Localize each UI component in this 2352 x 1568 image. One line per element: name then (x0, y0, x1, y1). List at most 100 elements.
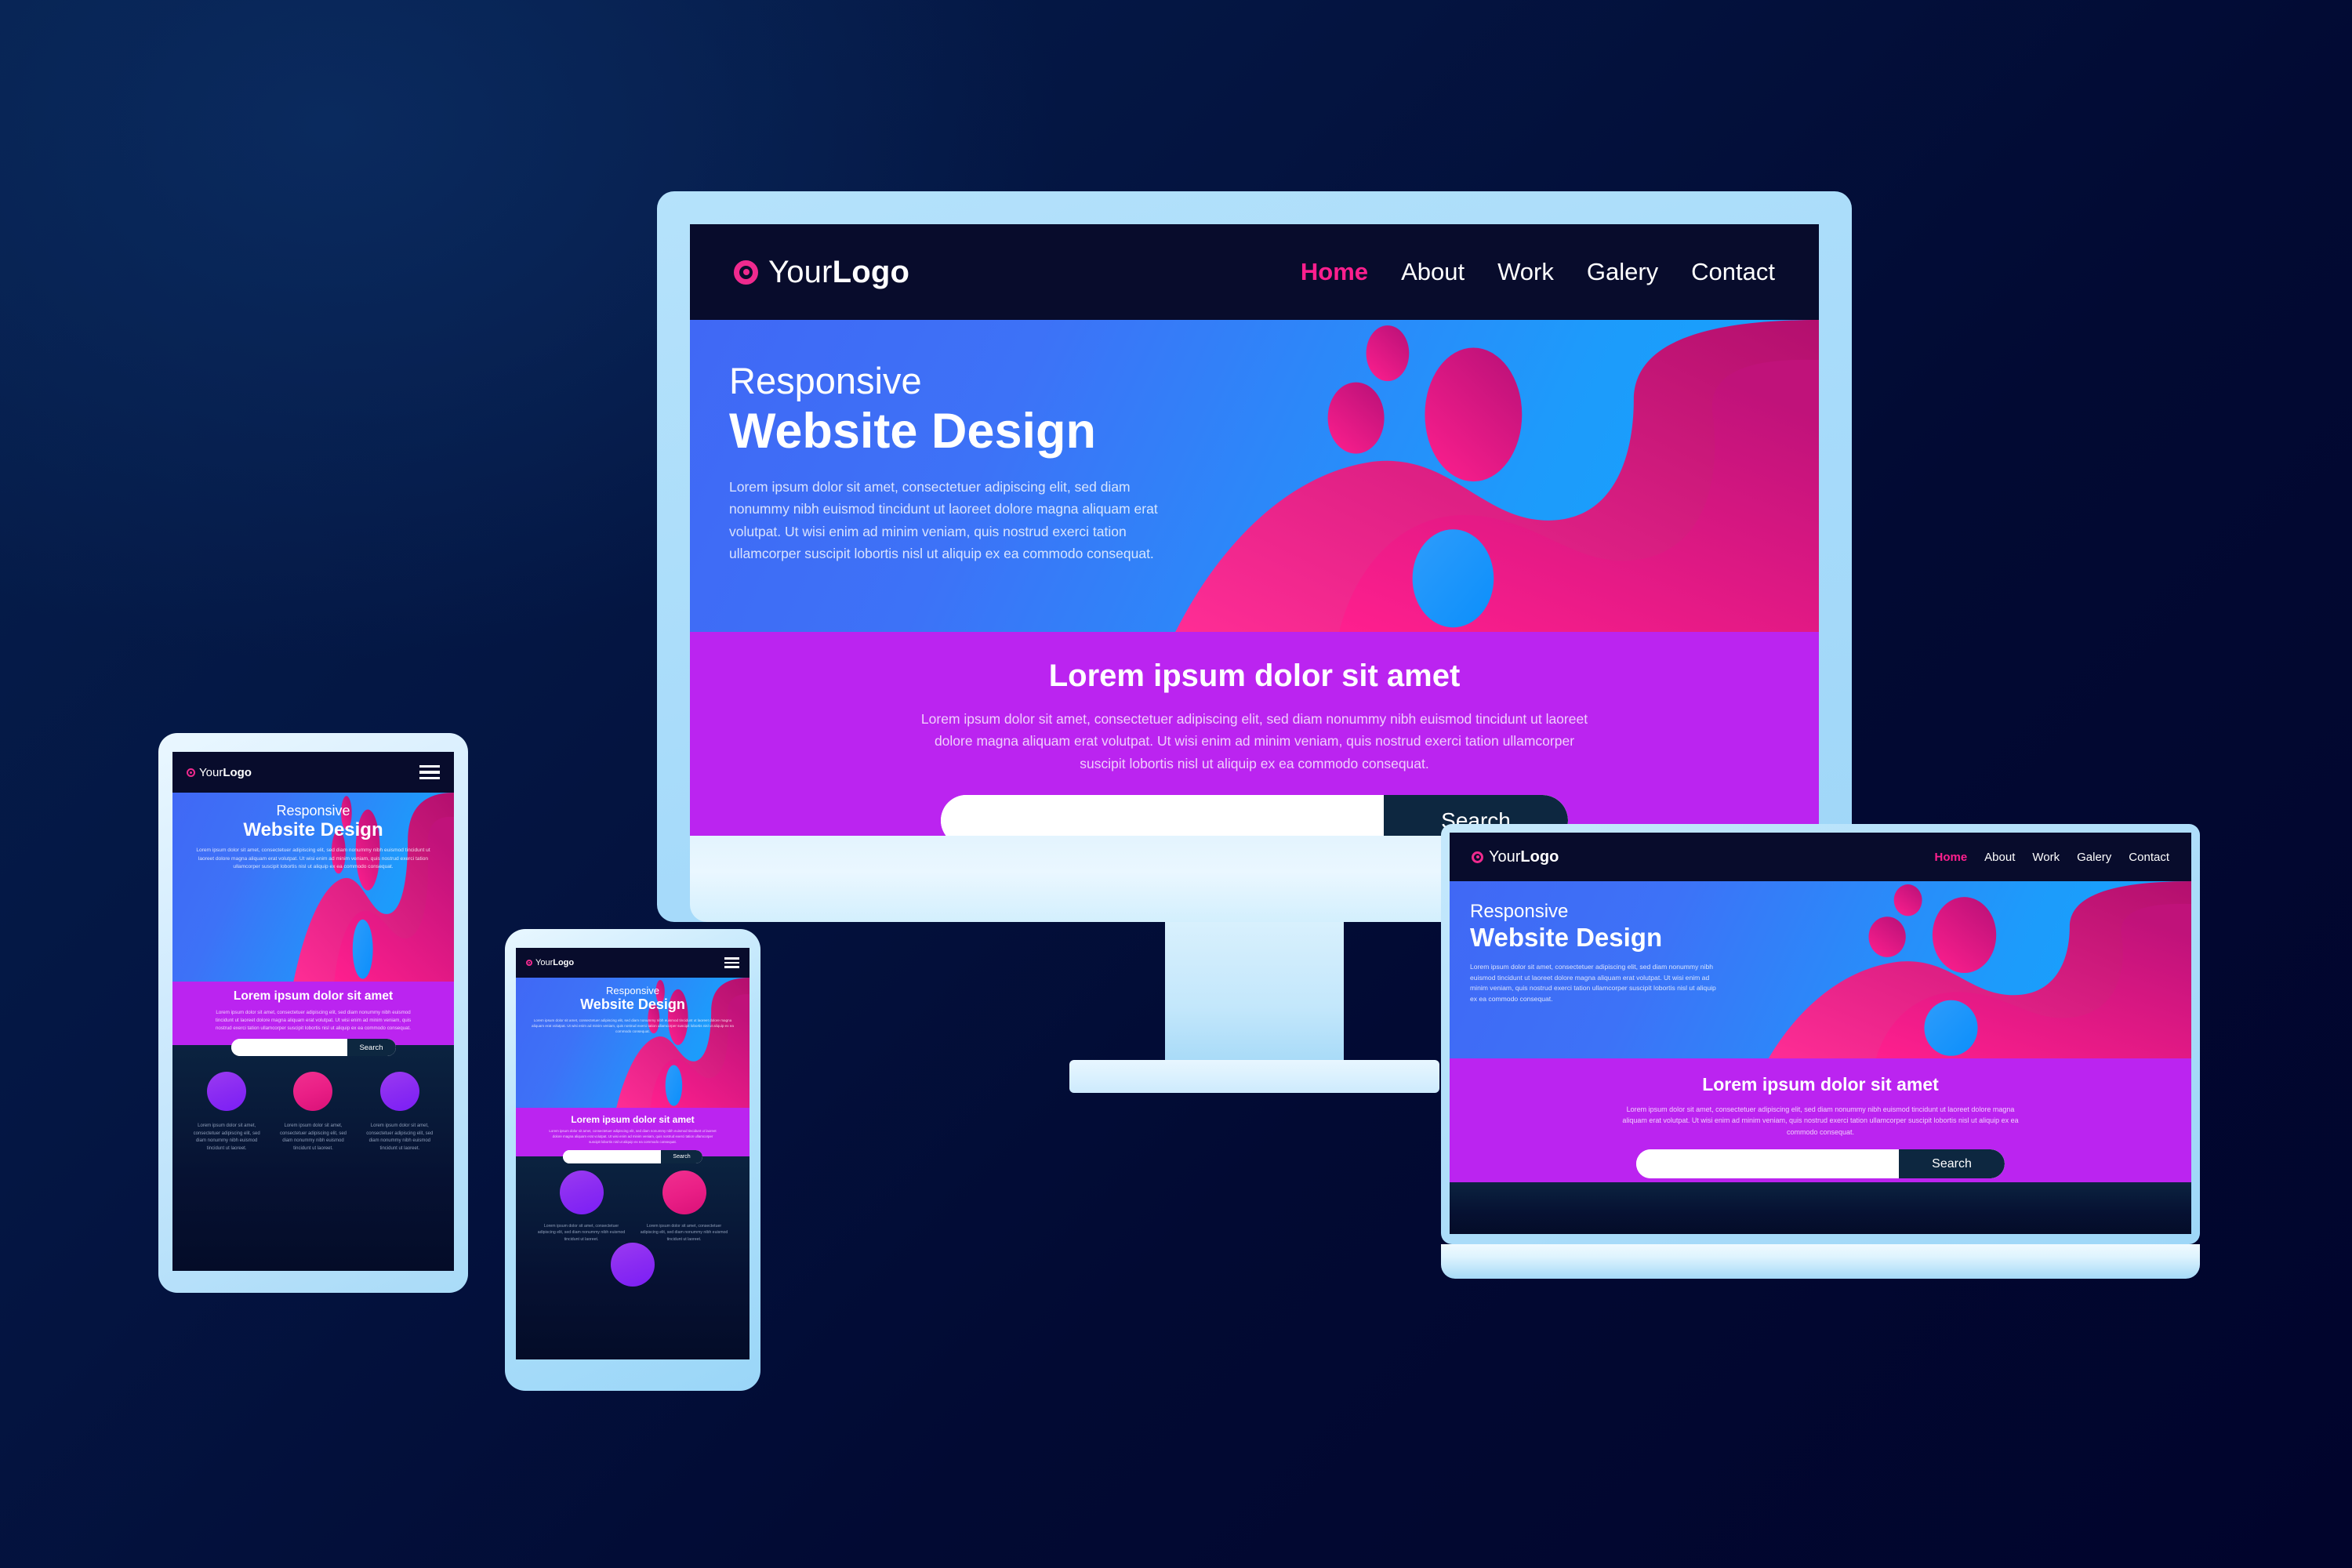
feature-text: Lorem ipsum dolor sit amet, consectetuer… (279, 1123, 347, 1152)
hamburger-icon[interactable] (419, 764, 440, 780)
nav-item-galery[interactable]: Galery (2077, 851, 2111, 864)
nav-item-contact[interactable]: Contact (1691, 258, 1775, 286)
feature-text: Lorem ipsum dolor sit amet, consectetuer… (537, 1224, 626, 1242)
feature-text: Lorem ipsum dolor sit amet, consectetuer… (193, 1123, 260, 1152)
feature-circle-icon (293, 1072, 333, 1111)
nav-item-about[interactable]: About (1984, 851, 2015, 864)
hero-title: Website Design (580, 996, 685, 1013)
feature-circle-icon (379, 1072, 419, 1111)
tablet-device: Your Logo Responsive Website Design Lore… (158, 733, 468, 1293)
laptop-base (1441, 1244, 2200, 1279)
logo-text-light: Your (535, 958, 554, 967)
target-ring-icon (1472, 851, 1483, 863)
logo-text-bold: Logo (223, 765, 252, 779)
hero-copy: Responsive Website Design Lorem ipsum do… (1450, 881, 1716, 1005)
promo-heading: Lorem ipsum dolor sit amet (1048, 659, 1461, 693)
hero-title: Website Design (1470, 922, 1663, 952)
target-ring-icon (734, 260, 758, 285)
logo[interactable]: Your Logo (734, 255, 909, 290)
search-button[interactable]: Search (347, 1039, 396, 1057)
feature-item: Lorem ipsum dolor sit amet, consectetuer… (639, 1171, 730, 1243)
search-button[interactable]: Search (661, 1150, 702, 1164)
monitor-bezel: YourLogo Home About Work Galery Contact (657, 191, 1852, 922)
navbar: Your Logo Home About Work Galery Contact (1450, 833, 2191, 881)
hero-paragraph: Lorem ipsum dolor sit amet, consectetuer… (532, 1018, 734, 1034)
hamburger-icon[interactable] (724, 957, 739, 968)
feature-circle-icon (207, 1072, 247, 1111)
logo-text-light: Your (1489, 848, 1521, 866)
nav-item-contact[interactable]: Contact (2129, 851, 2169, 864)
logo[interactable]: Your Logo (187, 766, 252, 779)
promo-paragraph: Lorem ipsum dolor sit amet, consectetuer… (215, 1010, 412, 1031)
hero-section: Responsive Website Design Lorem ipsum do… (172, 793, 454, 982)
logo[interactable]: Your Logo (526, 958, 574, 967)
hero-section: Responsive Website Design Lorem ipsum do… (690, 320, 1819, 632)
navbar: Your Logo (516, 948, 750, 978)
logo-text-bold: Logo (1520, 848, 1559, 866)
features-section: Lorem ipsum dolor sit amet, consectetuer… (516, 1156, 750, 1359)
nav-item-galery[interactable]: Galery (1587, 258, 1658, 286)
logo[interactable]: Your Logo (1472, 848, 1559, 866)
promo-heading: Lorem ipsum dolor sit amet (1702, 1074, 1939, 1094)
feature-item: Lorem ipsum dolor sit amet, consectetuer… (274, 1072, 351, 1271)
hero-paragraph: Lorem ipsum dolor sit amet, consectetuer… (1470, 962, 1716, 1004)
tablet-bezel: Your Logo Responsive Website Design Lore… (158, 733, 468, 1293)
navbar: Your Logo (172, 752, 454, 793)
hero-section: Responsive Website Design Lorem ipsum do… (516, 978, 750, 1108)
nav-item-work[interactable]: Work (2032, 851, 2060, 864)
hero-title: Website Design (243, 818, 383, 840)
hero-subtitle: Responsive (729, 360, 922, 401)
feature-circle-icon (611, 1242, 655, 1287)
hero-copy: Responsive Website Design Lorem ipsum do… (172, 793, 454, 872)
feature-item: Lorem ipsum dolor sit amet, consectetuer… (361, 1072, 438, 1271)
promo-paragraph: Lorem ipsum dolor sit amet, consectetuer… (1622, 1105, 2019, 1136)
monitor-stand-base (1069, 1060, 1439, 1093)
hero-subtitle: Responsive (606, 985, 659, 996)
feature-circle-icon (559, 1171, 604, 1214)
search-input[interactable] (941, 795, 1384, 836)
search-bar: Search (563, 1150, 702, 1164)
hero-subtitle: Responsive (276, 803, 350, 818)
hero-section: Responsive Website Design Lorem ipsum do… (1450, 881, 2191, 1058)
nav-links: Home About Work Galery Contact (1934, 851, 2169, 864)
promo-section: Lorem ipsum dolor sit amet Lorem ipsum d… (172, 982, 454, 1057)
promo-paragraph: Lorem ipsum dolor sit amet, consectetuer… (920, 711, 1588, 771)
monitor-stand-neck (1165, 922, 1344, 1060)
search-bar: Search (230, 1039, 396, 1057)
hero-copy: Responsive Website Design Lorem ipsum do… (690, 320, 1160, 564)
feature-text: Lorem ipsum dolor sit amet, consectetuer… (366, 1123, 434, 1152)
search-input[interactable] (1636, 1149, 1899, 1179)
phone-screen: Your Logo Responsive Website Design Lore… (516, 948, 750, 1359)
logo-text-bold: Logo (832, 254, 910, 289)
phone-bezel: Your Logo Responsive Website Design Lore… (505, 929, 760, 1391)
hero-paragraph: Lorem ipsum dolor sit amet, consectetuer… (729, 478, 1158, 561)
hero-paragraph: Lorem ipsum dolor sit amet, consectetuer… (196, 848, 430, 870)
nav-item-about[interactable]: About (1401, 258, 1465, 286)
hero-title: Website Design (729, 403, 1096, 459)
nav-item-home[interactable]: Home (1301, 258, 1368, 286)
logo-text-bold: Logo (553, 958, 575, 967)
navbar: Your Logo Home About Work Galery Contact (690, 224, 1819, 320)
hero-subtitle: Responsive (1470, 901, 1569, 922)
laptop-device: YourLogo Home About Work Galery Contact (1441, 824, 2200, 1279)
feature-item: Lorem ipsum dolor sit amet, consectetuer… (536, 1171, 627, 1243)
nav-item-work[interactable]: Work (1497, 258, 1554, 286)
laptop-bezel: YourLogo Home About Work Galery Contact (1441, 824, 2200, 1244)
search-input[interactable] (230, 1039, 347, 1057)
promo-heading: Lorem ipsum dolor sit amet (571, 1114, 695, 1125)
search-button[interactable]: Search (1899, 1149, 2005, 1179)
nav-item-home[interactable]: Home (1934, 851, 1967, 864)
search-input[interactable] (563, 1150, 661, 1164)
target-ring-icon (526, 960, 532, 966)
features-section: Lorem ipsum dolor sit amet, consectetuer… (172, 1045, 454, 1271)
promo-heading: Lorem ipsum dolor sit amet (233, 989, 394, 1003)
logo-text-light: Your (768, 254, 833, 289)
tablet-screen: Your Logo Responsive Website Design Lore… (172, 752, 454, 1271)
logo-text-light: Your (199, 765, 223, 779)
nav-links: Home About Work Galery Contact (1301, 258, 1775, 286)
hero-copy: Responsive Website Design Lorem ipsum do… (516, 978, 750, 1035)
laptop-screen: YourLogo Home About Work Galery Contact (1450, 833, 2191, 1234)
promo-section: Lorem ipsum dolor sit amet Lorem ipsum d… (690, 632, 1819, 836)
promo-section: Lorem ipsum dolor sit amet Lorem ipsum d… (516, 1108, 750, 1164)
smartphone-device: Your Logo Responsive Website Design Lore… (505, 929, 760, 1391)
